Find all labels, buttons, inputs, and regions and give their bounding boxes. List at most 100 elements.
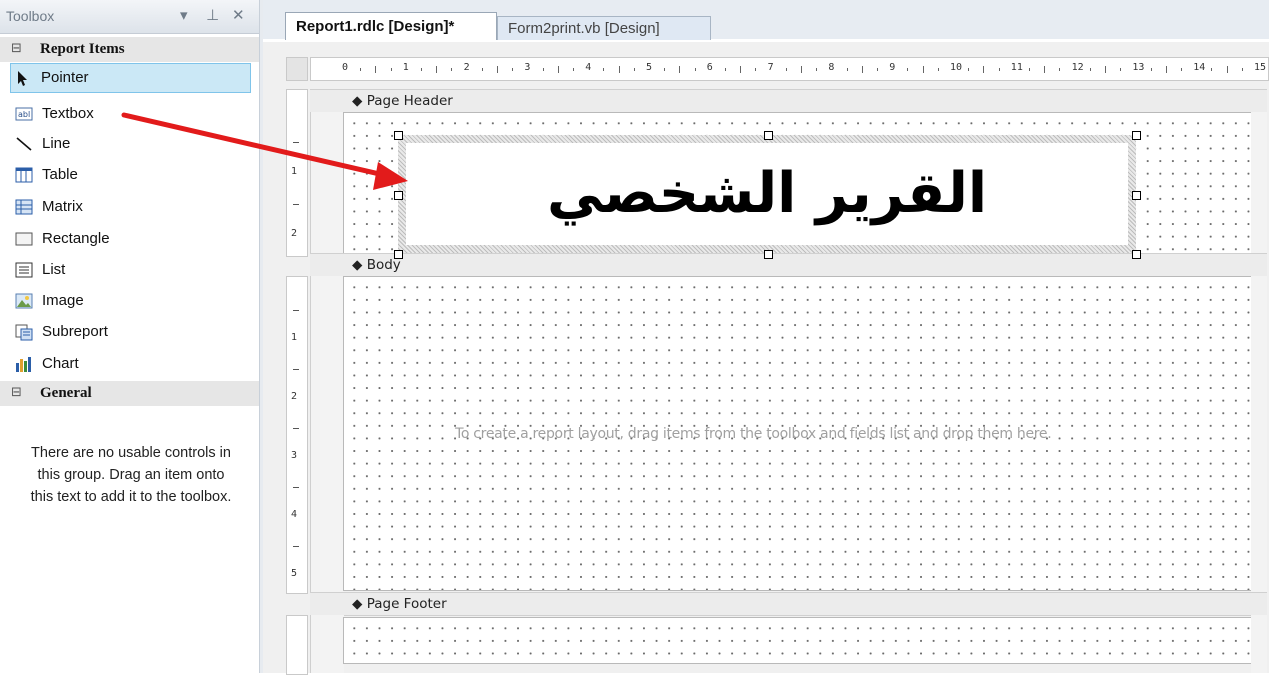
toolbox-item-label: Table — [42, 166, 78, 183]
ruler-number: 4 — [291, 509, 298, 520]
toolbox-item-label: Image — [42, 292, 84, 309]
close-icon[interactable]: ✕ — [232, 6, 245, 24]
ruler-number: 7 — [767, 62, 774, 73]
report-title-text: القرير الشخصي — [546, 161, 988, 226]
ruler-tick — [1029, 68, 1030, 71]
toolbox-item-pointer[interactable]: Pointer — [10, 63, 251, 93]
tab-label: Report1.rdlc [Design]* — [296, 18, 455, 35]
body-right-margin — [1251, 276, 1267, 592]
vertical-ruler-header: 12 — [286, 89, 308, 257]
toolbox-item-matrix[interactable]: Matrix — [12, 193, 251, 221]
page-header-band[interactable]: ◆ Page Header — [310, 89, 1267, 113]
toolbox-item-label: Matrix — [42, 198, 83, 215]
vertical-ruler-body: 1 2 3 4 5 — [286, 276, 308, 594]
resize-handle-top-right[interactable] — [1132, 131, 1141, 140]
pin-icon[interactable]: ⊥ — [206, 6, 219, 24]
resize-handle-top-left[interactable] — [394, 131, 403, 140]
ruler-tick — [293, 545, 299, 547]
textbox-inner: القرير الشخصي — [406, 143, 1128, 245]
page-header-label: ◆ Page Header — [352, 93, 453, 109]
tab-report1-design[interactable]: Report1.rdlc [Design]* — [285, 12, 497, 40]
ruler-tick — [694, 68, 696, 71]
resize-handle-left[interactable] — [394, 191, 403, 200]
chart-icon — [16, 357, 31, 372]
resize-handle-bottom-right[interactable] — [1132, 250, 1141, 259]
ruler-tick — [740, 66, 742, 73]
category-general[interactable]: ⊟ General — [0, 381, 259, 406]
ruler-tick — [1241, 68, 1243, 71]
ruler-number: 3 — [291, 450, 298, 461]
svg-text:abl: abl — [18, 110, 30, 119]
resize-handle-top[interactable] — [764, 131, 773, 140]
toolbox-item-image[interactable]: Image — [12, 287, 251, 315]
ruler-tick — [573, 68, 574, 71]
image-icon — [15, 293, 33, 309]
ruler-tick — [451, 68, 453, 71]
ruler-tick — [293, 368, 299, 370]
ruler-tick — [633, 68, 635, 71]
toolbox-item-line[interactable]: Line — [12, 130, 251, 158]
page-footer-margin — [310, 615, 344, 673]
ruler-number: 3 — [524, 62, 531, 73]
ruler-number: 15 — [1254, 62, 1267, 73]
resize-handle-bottom-left[interactable] — [394, 250, 403, 259]
body-band[interactable]: ◆ Body — [310, 253, 1267, 277]
page-header-right-margin — [1251, 112, 1267, 255]
ruler-number: 8 — [828, 62, 835, 73]
line-icon — [16, 137, 32, 151]
toolbox-item-table[interactable]: Table — [12, 161, 251, 189]
ruler-number: 1 — [291, 166, 298, 177]
collapse-icon[interactable]: ⊟ — [11, 41, 22, 56]
page-header-margin — [310, 112, 344, 255]
toolbox-panel: Toolbox ▾ ⊥ ✕ ⊟ Report Items Pointer abl… — [0, 0, 259, 673]
collapse-icon[interactable]: ⊟ — [11, 385, 22, 400]
ruler-tick — [816, 68, 818, 71]
ruler-tick — [436, 66, 438, 73]
toolbox-item-list[interactable]: List — [12, 256, 251, 284]
category-report-items[interactable]: ⊟ Report Items — [0, 37, 259, 62]
ruler-tick — [846, 68, 848, 71]
ruler-tick — [1226, 66, 1228, 73]
ruler-number: 4 — [585, 62, 592, 73]
section-label: Page Header — [366, 93, 453, 109]
ruler-number: 6 — [706, 62, 713, 73]
ruler-tick — [861, 66, 863, 73]
toolbox-item-label: Subreport — [42, 323, 108, 340]
toolbox-item-label: List — [42, 261, 66, 278]
ruler-tick — [375, 66, 377, 73]
toolbox-item-label: Line — [42, 135, 71, 152]
dropdown-icon[interactable]: ▾ — [180, 6, 188, 24]
ruler-number: 12 — [1071, 62, 1084, 73]
resize-handle-bottom[interactable] — [764, 250, 773, 259]
ruler-number: 2 — [291, 228, 298, 239]
toolbox-item-subreport[interactable]: Subreport — [12, 318, 251, 346]
report-title-textbox[interactable]: القرير الشخصي — [398, 135, 1136, 253]
page-footer-band[interactable]: ◆ Page Footer — [310, 592, 1267, 616]
ruler-tick — [1165, 66, 1167, 73]
ruler-tick — [679, 66, 681, 73]
ruler-number: 2 — [463, 62, 470, 73]
ruler-tick — [877, 68, 878, 71]
page-footer-canvas[interactable] — [343, 617, 1252, 664]
ruler-tick — [801, 66, 802, 73]
ruler-number: 14 — [1193, 62, 1206, 73]
page-footer-label: ◆ Page Footer — [352, 596, 447, 612]
ruler-tick — [1044, 66, 1046, 73]
ruler-tick — [1089, 68, 1091, 71]
ruler-tick — [497, 66, 498, 73]
pointer-icon — [18, 71, 27, 86]
ruler-number: 9 — [889, 62, 896, 73]
ruler-tick — [293, 309, 299, 311]
general-empty-message: There are no usable controls in this gro… — [30, 445, 232, 505]
ruler-number: 1 — [291, 332, 298, 343]
toolbox-item-chart[interactable]: Chart — [12, 350, 251, 378]
toolbox-item-rectangle[interactable]: Rectangle — [12, 225, 251, 253]
ruler-tick — [725, 68, 726, 71]
ruler-number: 11 — [1010, 62, 1023, 73]
subreport-icon — [15, 324, 33, 341]
toolbox-title-bar: Toolbox ▾ ⊥ ✕ — [0, 0, 259, 34]
rectangle-icon — [15, 232, 33, 246]
resize-handle-right[interactable] — [1132, 191, 1141, 200]
toolbox-item-textbox[interactable]: abl Textbox — [12, 100, 251, 128]
tab-form2print-design[interactable]: Form2print.vb [Design] — [497, 16, 711, 40]
